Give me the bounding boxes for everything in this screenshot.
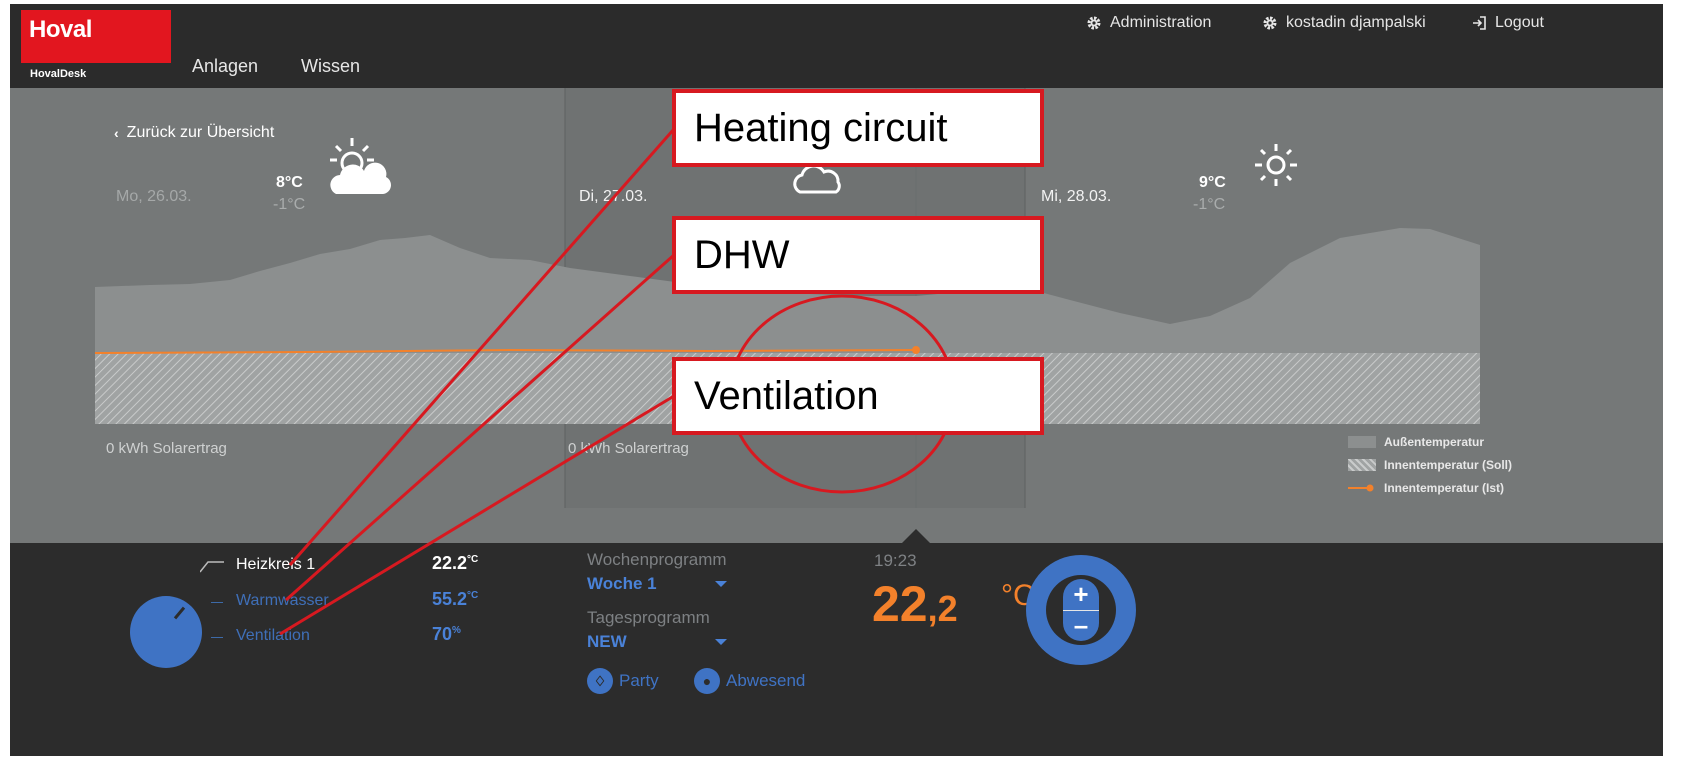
day-label: Mo, 26.03. [116, 188, 192, 205]
chevron-down-icon[interactable] [715, 639, 727, 645]
legend-label: Innentemperatur (Ist) [1384, 481, 1505, 495]
circuit-value-unit: °C [467, 590, 479, 601]
circuit-ventilation[interactable]: Ventilation [236, 627, 310, 645]
legend-swatch [1348, 459, 1376, 471]
administration-link[interactable]: Administration [1086, 14, 1211, 32]
day-label: Di, 27.03. [579, 188, 648, 205]
solar-yield: 0 kWh Solarertrag [106, 440, 227, 457]
legend-label: Innentemperatur (Soll) [1384, 458, 1513, 472]
party-label: Party [619, 671, 659, 690]
chevron-down-icon[interactable] [715, 581, 727, 587]
annotation-dhw: DHW [672, 216, 1044, 294]
circuit-dash [211, 637, 223, 638]
logo-text: Hoval [29, 16, 92, 43]
hoval-logo[interactable]: Hoval [21, 10, 171, 63]
temp-decimal: ,2 [927, 588, 958, 629]
circuit-value: 22.2°C [432, 553, 478, 574]
day-max-temp: 9°C [1199, 174, 1226, 191]
back-link[interactable]: ‹ Zurück zur Übersicht [114, 124, 274, 142]
party-icon: ♢ [587, 668, 613, 694]
circuit-value-unit: % [452, 625, 461, 636]
logo-subtitle: HovalDesk [30, 68, 87, 80]
circuit-dial[interactable] [130, 596, 202, 668]
circuit-warmwasser[interactable]: Warmwasser [236, 592, 329, 610]
gear-icon [1087, 16, 1101, 30]
legend-swatch [1348, 436, 1376, 448]
indoor-actual-point [912, 346, 920, 354]
control-panel: Heizkreis 1 22.2°C Warmwasser 55.2°C Ven… [10, 543, 1663, 756]
circuit-value-number: 22.2 [432, 553, 468, 573]
circuit-line-icon [200, 561, 224, 573]
circuit-value: 55.2°C [432, 589, 478, 610]
chevron-left-icon: ‹ [114, 125, 119, 141]
day-min-temp: -1°C [273, 196, 306, 213]
top-header: Hoval HovalDesk Anlagen Wissen Administr… [10, 4, 1663, 88]
day-label: Mi, 28.03. [1041, 188, 1112, 205]
nav-anlagen[interactable]: Anlagen [192, 56, 258, 77]
administration-label: Administration [1110, 14, 1212, 31]
logout-label: Logout [1495, 14, 1544, 31]
circuit-value-unit: °C [467, 554, 479, 565]
circuit-dash [211, 602, 223, 603]
circuit-value-number: 55.2 [432, 589, 468, 609]
logout-icon [1473, 16, 1486, 30]
legend-swatch [1348, 484, 1374, 492]
gear-icon [1263, 16, 1277, 30]
current-time: 19:23 [874, 551, 917, 570]
setpoint-ring: + – [1026, 555, 1136, 665]
user-menu[interactable]: kostadin djampalski [1262, 14, 1426, 32]
legend-label: Außentemperatur [1384, 435, 1485, 449]
absent-label: Abwesend [726, 671, 806, 690]
absent-button[interactable]: ● Abwesend [694, 668, 805, 694]
person-icon: ● [694, 668, 720, 694]
app-window: Hoval HovalDesk Anlagen Wissen Administr… [10, 4, 1663, 756]
minus-button[interactable]: – [1063, 611, 1099, 641]
day-min-temp: -1°C [1193, 196, 1226, 213]
legend-outside-temp: Außentemperatur [1348, 435, 1484, 449]
circuit-value: 70% [432, 624, 461, 645]
day-max-temp: 8°C [276, 174, 303, 191]
circuit-heizkreis[interactable]: Heizkreis 1 [236, 556, 315, 574]
temp-int: 22 [872, 576, 928, 632]
logout-link[interactable]: Logout [1471, 14, 1544, 32]
back-link-label: Zurück zur Übersicht [126, 124, 275, 141]
solar-yield: 0 kWh Solarertrag [568, 440, 689, 457]
annotation-ventilation: Ventilation [672, 357, 1044, 435]
current-temperature: 22,2 [872, 575, 958, 633]
plus-button[interactable]: + [1063, 579, 1099, 609]
nav-wissen[interactable]: Wissen [301, 56, 360, 77]
circuit-value-number: 70 [432, 624, 453, 644]
weekly-program-select[interactable]: Woche 1 [587, 574, 657, 594]
party-button[interactable]: ♢ Party [587, 668, 659, 694]
annotation-heating-circuit: Heating circuit [672, 89, 1044, 167]
dial-needle [173, 606, 186, 620]
daily-program-label: Tagesprogramm [587, 608, 710, 627]
legend-indoor-target: Innentemperatur (Soll) [1348, 458, 1512, 472]
setpoint-stepper: + – [1063, 579, 1099, 641]
user-name: kostadin djampalski [1286, 14, 1426, 31]
partly-cloudy-icon [330, 138, 391, 194]
legend-indoor-actual: Innentemperatur (Ist) [1348, 481, 1504, 495]
cloud-icon [793, 164, 841, 194]
daily-program-select[interactable]: NEW [587, 632, 627, 652]
weekly-program-label: Wochenprogramm [587, 550, 727, 569]
panel-pointer [902, 529, 930, 543]
sun-icon [1255, 144, 1297, 186]
